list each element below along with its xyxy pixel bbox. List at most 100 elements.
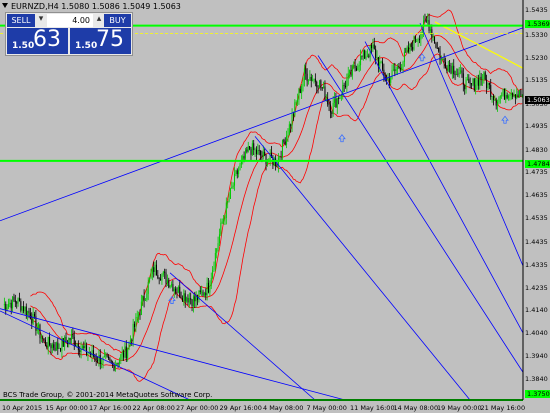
candle-body <box>235 170 237 174</box>
candle-body <box>203 292 205 296</box>
sell-button[interactable]: SELL <box>7 14 35 27</box>
price-tick-label: 1.5330 <box>525 30 548 39</box>
candle-body <box>150 274 152 278</box>
candle-body <box>116 363 118 365</box>
candle-body <box>261 155 263 158</box>
candle-body <box>497 101 499 106</box>
candle-body <box>250 148 252 155</box>
candle-body <box>129 339 131 342</box>
candle-body <box>368 55 370 57</box>
candle-body <box>158 278 160 279</box>
candle-body <box>25 306 27 316</box>
candle-body <box>502 88 504 96</box>
candle-body <box>318 80 320 88</box>
lot-decrease-icon[interactable]: ▾ <box>36 14 46 27</box>
candle-body <box>401 67 403 71</box>
candle-body <box>494 99 496 101</box>
candle-body <box>486 79 488 89</box>
candle-body <box>36 329 38 331</box>
candle-body <box>475 84 477 90</box>
candle-body <box>379 61 381 67</box>
lot-increase-icon[interactable]: ▴ <box>94 14 104 27</box>
candle-body <box>349 70 351 74</box>
candle-body <box>350 70 352 76</box>
candle-body <box>345 85 346 87</box>
candle-body <box>32 313 34 324</box>
candle-body <box>38 324 40 330</box>
candle-body <box>23 306 25 312</box>
candle-body <box>421 31 423 34</box>
candle-body <box>55 342 57 351</box>
candle-body <box>450 66 452 74</box>
candle-body <box>339 95 341 100</box>
candle-body <box>232 185 234 188</box>
candle-body <box>288 124 290 135</box>
candle-body <box>373 44 375 49</box>
candle-body <box>110 360 112 363</box>
candle-body <box>54 347 56 351</box>
candle-body <box>49 336 51 345</box>
candle-body <box>79 350 81 353</box>
candle-body <box>432 36 434 38</box>
candle-body <box>147 281 149 294</box>
price-tick-label: 1.4435 <box>525 237 548 246</box>
candle-body <box>309 76 311 81</box>
candle-body <box>299 88 301 94</box>
candle-body <box>157 275 159 279</box>
candle-body <box>251 143 253 155</box>
candle-body <box>399 67 401 71</box>
candle-body <box>512 93 514 97</box>
candle-body <box>81 346 83 349</box>
candle-body <box>195 295 197 302</box>
candle-body <box>13 296 15 301</box>
candle-body <box>365 56 367 59</box>
candle-body <box>143 296 145 301</box>
candle-body <box>495 99 497 106</box>
candle-body <box>179 286 181 298</box>
candle-body <box>403 51 405 62</box>
candle-body <box>468 79 470 84</box>
candle-body <box>71 333 72 340</box>
time-tick-label: 27 Apr 00:00 <box>176 404 219 412</box>
price-tick-label: 1.3940 <box>525 352 548 361</box>
time-tick-label: 4 May 08:00 <box>263 404 304 412</box>
bid-price-button[interactable]: 1.50 63 <box>7 27 68 54</box>
lot-size-input[interactable] <box>47 14 93 27</box>
candle-body <box>461 70 463 74</box>
collapse-triangle-icon[interactable] <box>2 3 8 8</box>
candle-body <box>305 68 307 74</box>
candle-body <box>62 338 64 347</box>
price-chart[interactable] <box>0 0 550 413</box>
candle-body <box>484 72 486 80</box>
candle-body <box>436 47 438 49</box>
candle-body <box>134 323 136 328</box>
candle-body <box>65 336 67 342</box>
candle-body <box>284 141 286 145</box>
candle-body <box>97 360 99 362</box>
candle-body <box>176 291 178 293</box>
candle-body <box>118 359 120 364</box>
price-tick-label: 1.5230 <box>525 53 548 62</box>
candle-body <box>520 90 522 96</box>
candle-body <box>114 364 116 371</box>
buy-button[interactable]: BUY <box>104 14 131 27</box>
candle-body <box>253 143 255 150</box>
candle-body <box>212 270 214 279</box>
candle-body <box>351 65 353 76</box>
candle-body <box>394 69 396 71</box>
candle-body <box>458 72 460 75</box>
candle-body <box>354 65 356 69</box>
candle-body <box>214 252 216 268</box>
candle-body <box>355 68 357 71</box>
price-tick-label: 1.4735 <box>525 168 548 177</box>
candle-body <box>186 297 188 302</box>
candle-body <box>476 79 478 85</box>
candle-body <box>462 73 464 86</box>
candle-body <box>420 33 422 40</box>
candle-body <box>213 267 215 271</box>
candle-body <box>29 313 31 319</box>
candle-body <box>154 264 156 272</box>
candle-body <box>366 55 368 57</box>
candle-body <box>171 284 173 286</box>
ask-price-button[interactable]: 1.50 75 <box>70 27 131 54</box>
